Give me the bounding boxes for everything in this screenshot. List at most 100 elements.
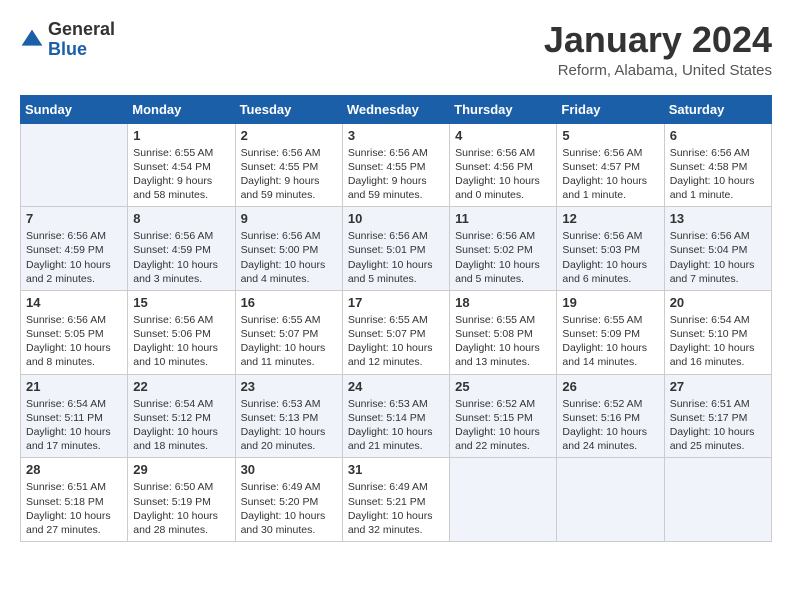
calendar-cell: 13 Sunrise: 6:56 AM Sunset: 5:04 PM Dayli… <box>664 207 771 291</box>
calendar-cell: 14 Sunrise: 6:56 AM Sunset: 5:05 PM Dayli… <box>21 290 128 374</box>
day-number: 8 <box>133 211 229 226</box>
title-block: January 2024 Reform, Alabama, United Sta… <box>544 20 772 79</box>
calendar-cell: 15 Sunrise: 6:56 AM Sunset: 5:06 PM Dayli… <box>128 290 235 374</box>
day-number: 16 <box>241 295 337 310</box>
day-number: 30 <box>241 462 337 477</box>
calendar-cell: 3Sunrise: 6:56 AM Sunset: 4:55 PM Daylig… <box>342 123 449 207</box>
day-number: 13 <box>670 211 766 226</box>
day-info: Sunrise: 6:56 AM Sunset: 4:58 PM Dayligh… <box>670 146 766 203</box>
logo-blue-text: Blue <box>48 39 87 59</box>
week-row-3: 14 Sunrise: 6:56 AM Sunset: 5:05 PM Dayli… <box>21 290 772 374</box>
day-number: 23 <box>241 379 337 394</box>
week-row-5: 28Sunrise: 6:51 AM Sunset: 5:18 PM Dayli… <box>21 458 772 542</box>
day-info: Sunrise: 6:56 AM Sunset: 4:59 PM Dayligh… <box>133 229 229 286</box>
day-number: 12 <box>562 211 658 226</box>
calendar-cell: 31 Sunrise: 6:49 AM Sunset: 5:21 PM Dayli… <box>342 458 449 542</box>
week-row-1: 1 Sunrise: 6:55 AM Sunset: 4:54 PM Daylig… <box>21 123 772 207</box>
logo: General Blue <box>20 20 115 60</box>
day-info: Sunrise: 6:56 AM Sunset: 5:01 PM Dayligh… <box>348 229 444 286</box>
calendar-cell: 16 Sunrise: 6:55 AM Sunset: 5:07 PM Dayli… <box>235 290 342 374</box>
calendar-cell: 25Sunrise: 6:52 AM Sunset: 5:15 PM Dayli… <box>450 374 557 458</box>
day-info: Sunrise: 6:54 AM Sunset: 5:11 PM Dayligh… <box>26 397 122 454</box>
day-number: 14 <box>26 295 122 310</box>
day-number: 20 <box>670 295 766 310</box>
location-text: Reform, Alabama, United States <box>544 62 772 79</box>
logo-text: General Blue <box>48 20 115 60</box>
day-info: Sunrise: 6:52 AM Sunset: 5:16 PM Dayligh… <box>562 397 658 454</box>
calendar-table: SundayMondayTuesdayWednesdayThursdayFrid… <box>20 95 772 542</box>
logo-icon <box>20 28 44 52</box>
day-info: Sunrise: 6:54 AM Sunset: 5:10 PM Dayligh… <box>670 313 766 370</box>
day-number: 18 <box>455 295 551 310</box>
day-number: 15 <box>133 295 229 310</box>
day-number: 6 <box>670 128 766 143</box>
day-info: Sunrise: 6:55 AM Sunset: 4:54 PM Dayligh… <box>133 146 229 203</box>
calendar-cell: 27 Sunrise: 6:51 AM Sunset: 5:17 PM Dayli… <box>664 374 771 458</box>
calendar-cell: 6 Sunrise: 6:56 AM Sunset: 4:58 PM Daylig… <box>664 123 771 207</box>
day-info: Sunrise: 6:56 AM Sunset: 4:55 PM Dayligh… <box>241 146 337 203</box>
day-number: 28 <box>26 462 122 477</box>
weekday-header-sunday: Sunday <box>21 95 128 123</box>
calendar-cell: 8 Sunrise: 6:56 AM Sunset: 4:59 PM Daylig… <box>128 207 235 291</box>
calendar-cell <box>557 458 664 542</box>
day-number: 19 <box>562 295 658 310</box>
weekday-row: SundayMondayTuesdayWednesdayThursdayFrid… <box>21 95 772 123</box>
calendar-cell: 4 Sunrise: 6:56 AM Sunset: 4:56 PM Daylig… <box>450 123 557 207</box>
day-number: 11 <box>455 211 551 226</box>
day-number: 31 <box>348 462 444 477</box>
calendar-cell: 19 Sunrise: 6:55 AM Sunset: 5:09 PM Dayli… <box>557 290 664 374</box>
day-info: Sunrise: 6:53 AM Sunset: 5:13 PM Dayligh… <box>241 397 337 454</box>
day-number: 17 <box>348 295 444 310</box>
day-info: Sunrise: 6:55 AM Sunset: 5:07 PM Dayligh… <box>241 313 337 370</box>
day-info: Sunrise: 6:56 AM Sunset: 5:05 PM Dayligh… <box>26 313 122 370</box>
day-info: Sunrise: 6:55 AM Sunset: 5:09 PM Dayligh… <box>562 313 658 370</box>
month-title: January 2024 <box>544 20 772 60</box>
day-number: 27 <box>670 379 766 394</box>
day-info: Sunrise: 6:56 AM Sunset: 5:02 PM Dayligh… <box>455 229 551 286</box>
day-info: Sunrise: 6:56 AM Sunset: 5:06 PM Dayligh… <box>133 313 229 370</box>
day-number: 24 <box>348 379 444 394</box>
weekday-header-saturday: Saturday <box>664 95 771 123</box>
calendar-cell: 12 Sunrise: 6:56 AM Sunset: 5:03 PM Dayli… <box>557 207 664 291</box>
day-info: Sunrise: 6:49 AM Sunset: 5:20 PM Dayligh… <box>241 480 337 537</box>
day-info: Sunrise: 6:55 AM Sunset: 5:08 PM Dayligh… <box>455 313 551 370</box>
weekday-header-wednesday: Wednesday <box>342 95 449 123</box>
calendar-cell: 5Sunrise: 6:56 AM Sunset: 4:57 PM Daylig… <box>557 123 664 207</box>
weekday-header-tuesday: Tuesday <box>235 95 342 123</box>
day-info: Sunrise: 6:49 AM Sunset: 5:21 PM Dayligh… <box>348 480 444 537</box>
day-info: Sunrise: 6:56 AM Sunset: 4:56 PM Dayligh… <box>455 146 551 203</box>
calendar-cell: 24 Sunrise: 6:53 AM Sunset: 5:14 PM Dayli… <box>342 374 449 458</box>
day-number: 1 <box>133 128 229 143</box>
day-info: Sunrise: 6:51 AM Sunset: 5:17 PM Dayligh… <box>670 397 766 454</box>
day-number: 2 <box>241 128 337 143</box>
weekday-header-friday: Friday <box>557 95 664 123</box>
calendar-cell: 7Sunrise: 6:56 AM Sunset: 4:59 PM Daylig… <box>21 207 128 291</box>
day-number: 3 <box>348 128 444 143</box>
day-number: 4 <box>455 128 551 143</box>
calendar-cell: 26 Sunrise: 6:52 AM Sunset: 5:16 PM Dayli… <box>557 374 664 458</box>
day-info: Sunrise: 6:55 AM Sunset: 5:07 PM Dayligh… <box>348 313 444 370</box>
day-number: 26 <box>562 379 658 394</box>
calendar-cell: 9 Sunrise: 6:56 AM Sunset: 5:00 PM Daylig… <box>235 207 342 291</box>
calendar-cell <box>664 458 771 542</box>
calendar-cell: 23 Sunrise: 6:53 AM Sunset: 5:13 PM Dayli… <box>235 374 342 458</box>
day-number: 22 <box>133 379 229 394</box>
day-info: Sunrise: 6:54 AM Sunset: 5:12 PM Dayligh… <box>133 397 229 454</box>
calendar-cell: 28Sunrise: 6:51 AM Sunset: 5:18 PM Dayli… <box>21 458 128 542</box>
day-number: 29 <box>133 462 229 477</box>
day-info: Sunrise: 6:56 AM Sunset: 4:59 PM Dayligh… <box>26 229 122 286</box>
day-info: Sunrise: 6:53 AM Sunset: 5:14 PM Dayligh… <box>348 397 444 454</box>
week-row-4: 21Sunrise: 6:54 AM Sunset: 5:11 PM Dayli… <box>21 374 772 458</box>
week-row-2: 7Sunrise: 6:56 AM Sunset: 4:59 PM Daylig… <box>21 207 772 291</box>
day-info: Sunrise: 6:56 AM Sunset: 5:04 PM Dayligh… <box>670 229 766 286</box>
weekday-header-monday: Monday <box>128 95 235 123</box>
day-info: Sunrise: 6:56 AM Sunset: 5:00 PM Dayligh… <box>241 229 337 286</box>
day-info: Sunrise: 6:52 AM Sunset: 5:15 PM Dayligh… <box>455 397 551 454</box>
day-info: Sunrise: 6:56 AM Sunset: 5:03 PM Dayligh… <box>562 229 658 286</box>
calendar-cell: 17 Sunrise: 6:55 AM Sunset: 5:07 PM Dayli… <box>342 290 449 374</box>
day-number: 9 <box>241 211 337 226</box>
calendar-body: 1 Sunrise: 6:55 AM Sunset: 4:54 PM Daylig… <box>21 123 772 541</box>
calendar-cell: 1 Sunrise: 6:55 AM Sunset: 4:54 PM Daylig… <box>128 123 235 207</box>
calendar-cell <box>21 123 128 207</box>
calendar-cell: 11 Sunrise: 6:56 AM Sunset: 5:02 PM Dayli… <box>450 207 557 291</box>
